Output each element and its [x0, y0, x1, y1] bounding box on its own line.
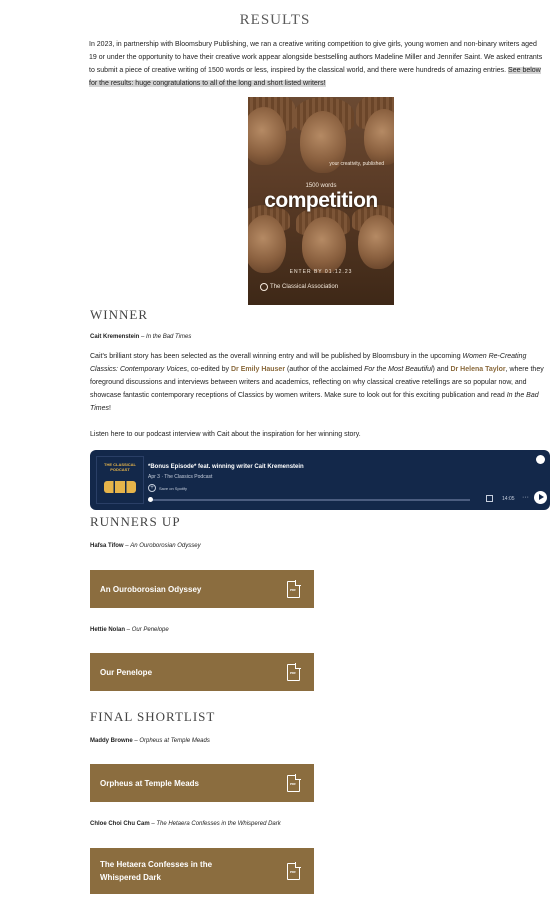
- entrant-name: Hafsa Tifow: [90, 543, 124, 549]
- editor-link-helena-taylor[interactable]: Dr Helena Taylor: [450, 366, 505, 373]
- spotify-icon[interactable]: [536, 455, 545, 464]
- intro-paragraph: In 2023, in partnership with Bloomsbury …: [89, 38, 544, 90]
- poster-org: The Classical Association: [270, 284, 339, 290]
- association-logo-icon: [260, 283, 268, 291]
- pdf-download-button[interactable]: Our Penelope PDF: [90, 653, 314, 691]
- pdf-file-icon: PDF: [287, 662, 301, 681]
- winner-heading: WINNER: [90, 307, 148, 322]
- entrant-name: Maddy Browne: [90, 738, 133, 744]
- podcast-cover-art-icon: [104, 481, 136, 493]
- entrant-work: The Hetaera Confesses in the Whispered D…: [156, 821, 281, 827]
- poster-deadline: ENTER BY 01.12.23: [289, 269, 353, 275]
- pdf-icon-text: PDF: [290, 869, 296, 874]
- winner-text: Cait's brilliant story has been selected…: [90, 353, 463, 360]
- plus-icon: +: [148, 484, 156, 492]
- page-title: RESULTS: [239, 12, 311, 28]
- statue-face: [364, 109, 394, 165]
- episode-duration: 14:05: [502, 496, 515, 502]
- pdf-icon-text: PDF: [290, 670, 296, 675]
- book-title: For the Most Beautiful: [364, 366, 433, 373]
- episode-title[interactable]: *Bonus Episode* feat. winning writer Cai…: [148, 464, 304, 470]
- runner-up-entrant: Hettie Nolan – Our Penelope: [90, 627, 169, 633]
- pdf-download-button[interactable]: An Ouroborosian Odyssey PDF: [90, 570, 314, 608]
- play-button[interactable]: [534, 491, 547, 504]
- shortlist-entrant: Maddy Browne – Orpheus at Temple Meads: [90, 738, 210, 744]
- winner-paragraph: Cait's brilliant story has been selected…: [90, 350, 548, 415]
- winner-text: ) and: [432, 366, 451, 373]
- statue-face: [248, 215, 286, 273]
- intro-text: In 2023, in partnership with Bloomsbury …: [89, 41, 543, 74]
- pdf-download-button[interactable]: Orpheus at Temple Meads PDF: [90, 764, 314, 802]
- pdf-file-icon: PDF: [287, 579, 301, 598]
- entrant-name: Chloe Choi Chu Cam: [90, 821, 150, 827]
- pdf-file-icon: PDF: [287, 861, 301, 880]
- entrant-work: An Ouroborosian Odyssey: [130, 543, 201, 549]
- pdf-button-label: Orpheus at Temple Meads: [100, 778, 199, 788]
- share-icon[interactable]: [486, 495, 493, 502]
- pdf-button-label: The Hetaera Confesses in the Whispered D…: [100, 860, 213, 882]
- pdf-download-button[interactable]: The Hetaera Confesses in the Whispered D…: [90, 848, 314, 894]
- winner-text: !: [109, 405, 111, 412]
- final-shortlist-heading: FINAL SHORTLIST: [90, 709, 216, 724]
- poster-headline: competition: [264, 189, 378, 212]
- statue-face: [358, 215, 394, 269]
- save-label: Save on Spotify: [159, 485, 188, 491]
- winner-text: , co-edited by: [187, 366, 231, 373]
- pdf-file-icon: PDF: [287, 773, 301, 792]
- pdf-button-label: An Ouroborosian Odyssey: [100, 584, 202, 594]
- entrant-name: Cait Kremenstein: [90, 334, 140, 340]
- statue-face: [248, 107, 286, 165]
- poster-tagline: your creativity, published: [329, 161, 384, 167]
- episode-meta: Apr 3 · The Classics Podcast: [148, 474, 213, 480]
- entrant-work: In the Bad Times: [146, 334, 192, 340]
- runner-up-entrant: Hafsa Tifow – An Ouroborosian Odyssey: [90, 543, 201, 549]
- pdf-icon-text: PDF: [290, 587, 296, 592]
- entrant-dash: –: [125, 627, 132, 633]
- winner-entrant: Cait Kremenstein – In the Bad Times: [90, 334, 191, 340]
- shortlist-entrant: Chloe Choi Chu Cam – The Hetaera Confess…: [90, 821, 281, 827]
- winner-text: (author of the acclaimed: [285, 366, 365, 373]
- runners-up-heading: RUNNERS UP: [90, 514, 181, 529]
- podcast-player: THE CLASSICAL PODCAST *Bonus Episode* fe…: [90, 450, 550, 510]
- pdf-button-label: Our Penelope: [100, 667, 153, 677]
- episode-progress-bar[interactable]: [148, 497, 470, 502]
- competition-poster: your creativity, published 1500 words co…: [248, 97, 394, 305]
- pdf-icon-text: PDF: [290, 781, 296, 786]
- podcast-intro: Listen here to our podcast interview wit…: [90, 431, 361, 438]
- progress-handle[interactable]: [148, 497, 153, 502]
- entrant-work: Our Penelope: [131, 627, 169, 633]
- more-options-icon[interactable]: ···: [522, 494, 529, 501]
- entrant-name: Hettie Nolan: [90, 627, 126, 633]
- editor-link-emily-hauser[interactable]: Dr Emily Hauser: [231, 366, 285, 373]
- podcast-cover[interactable]: THE CLASSICAL PODCAST: [96, 456, 144, 504]
- save-on-spotify-button[interactable]: + Save on Spotify: [148, 484, 187, 492]
- entrant-work: Orpheus at Temple Meads: [139, 738, 210, 744]
- statue-face: [302, 217, 346, 273]
- podcast-cover-title: THE CLASSICAL PODCAST: [104, 462, 136, 472]
